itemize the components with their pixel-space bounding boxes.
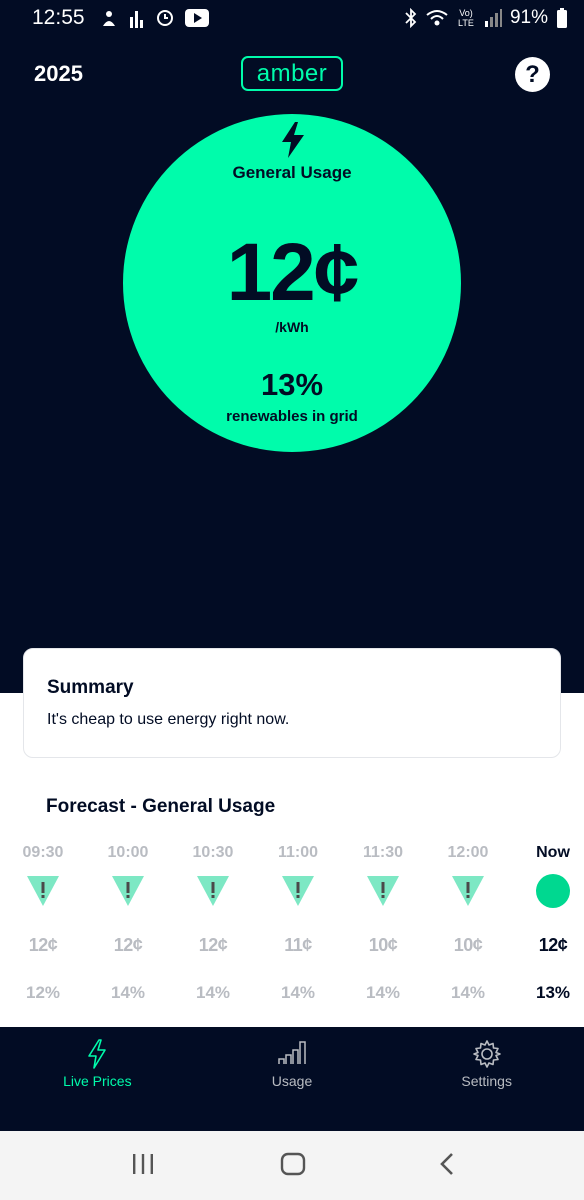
nav-label: Live Prices bbox=[63, 1073, 132, 1089]
warning-triangle-icon bbox=[196, 874, 230, 908]
nav-label: Usage bbox=[271, 1073, 313, 1089]
nav-live-prices[interactable]: Live Prices bbox=[0, 1027, 195, 1131]
forecast-price: 10¢ bbox=[368, 935, 398, 955]
forecast-renewables: 14% bbox=[450, 983, 486, 1002]
year-label: 2025 bbox=[34, 61, 83, 86]
forecast-time: 11:30 bbox=[362, 844, 404, 861]
back-button[interactable] bbox=[436, 1151, 458, 1182]
forecast-time: Now bbox=[536, 844, 570, 861]
nav-label: Settings bbox=[461, 1073, 512, 1089]
forecast-title: Forecast - General Usage bbox=[46, 796, 276, 817]
forecast-renewables: 14% bbox=[195, 983, 231, 1002]
help-button[interactable]: ? bbox=[515, 57, 550, 92]
forecast-time: 10:00 bbox=[107, 844, 149, 861]
forecast-column[interactable]: 11:00 11¢ 14% bbox=[255, 842, 341, 1012]
current-price: 12¢ bbox=[226, 227, 360, 318]
forecast-price: 12¢ bbox=[538, 935, 568, 955]
forecast-price: 10¢ bbox=[453, 935, 483, 955]
forecast-renewables: 14% bbox=[110, 983, 146, 1002]
forecast-price: 11¢ bbox=[284, 935, 312, 955]
forecast-time: 10:30 bbox=[192, 844, 234, 861]
forecast-time: 12:00 bbox=[447, 844, 489, 861]
warning-triangle-icon bbox=[111, 874, 145, 908]
forecast-time: 11:00 bbox=[277, 844, 319, 861]
summary-text: It's cheap to use energy right now. bbox=[47, 711, 290, 728]
forecast-renewables: 14% bbox=[365, 983, 401, 1002]
forecast-renewables: 12% bbox=[25, 983, 61, 1002]
home-button[interactable] bbox=[280, 1151, 306, 1182]
gear-icon bbox=[472, 1039, 502, 1074]
status-time: 12:55 bbox=[32, 6, 85, 29]
forecast-price: 12¢ bbox=[28, 935, 58, 955]
channel-label: General Usage bbox=[232, 163, 352, 182]
warning-triangle-icon bbox=[281, 874, 315, 908]
bottom-nav: Live Prices Usage Settings bbox=[0, 1027, 584, 1131]
warning-triangle-icon bbox=[366, 874, 400, 908]
signal-bars-icon bbox=[129, 8, 145, 28]
nav-usage[interactable]: Usage bbox=[195, 1027, 390, 1131]
forecast-time: 09:30 bbox=[22, 844, 64, 861]
forecast-column-now[interactable]: Now 12¢ 13% bbox=[510, 842, 584, 1012]
price-unit: /kWh bbox=[275, 319, 309, 335]
renewables-percent: 13% bbox=[260, 367, 324, 402]
recent-apps-button[interactable] bbox=[131, 1151, 155, 1182]
forecast-column[interactable]: 12:00 10¢ 14% bbox=[425, 842, 511, 1012]
warning-triangle-icon bbox=[26, 874, 60, 908]
network-type-label: Vo) LTE bbox=[458, 8, 474, 28]
battery-percent: 91% bbox=[509, 7, 548, 28]
cell-signal-icon bbox=[484, 9, 502, 27]
status-bar: 12:55 Vo) LTE 91% bbox=[0, 0, 584, 36]
forecast-renewables: 13% bbox=[535, 983, 571, 1002]
app-header: 2025 amber ? bbox=[0, 50, 584, 98]
bolt-icon bbox=[280, 122, 306, 163]
forecast-column[interactable]: 10:30 12¢ 14% bbox=[170, 842, 256, 1012]
nav-settings[interactable]: Settings bbox=[389, 1027, 584, 1131]
system-nav-bar bbox=[0, 1131, 584, 1200]
status-dot-icon bbox=[536, 874, 570, 908]
forecast-price: 12¢ bbox=[198, 935, 228, 955]
forecast-column[interactable]: 11:30 10¢ 14% bbox=[340, 842, 426, 1012]
forecast-price: 12¢ bbox=[113, 935, 143, 955]
notification-icon bbox=[99, 8, 119, 28]
forecast-column[interactable]: 10:00 12¢ 14% bbox=[85, 842, 171, 1012]
bluetooth-icon bbox=[404, 8, 418, 28]
amber-logo: amber bbox=[241, 56, 343, 91]
warning-triangle-icon bbox=[451, 874, 485, 908]
bolt-icon bbox=[86, 1039, 108, 1074]
sync-icon bbox=[155, 8, 175, 28]
battery-icon bbox=[556, 8, 568, 28]
forecast-row[interactable]: 09:30 12¢ 12% 10:00 12¢ 14% 10:30 12¢ 14… bbox=[0, 842, 584, 1012]
summary-card: Summary It's cheap to use energy right n… bbox=[23, 648, 561, 758]
renewables-label: renewables in grid bbox=[226, 408, 358, 425]
forecast-column[interactable]: 09:30 12¢ 12% bbox=[0, 842, 86, 1012]
bar-chart-icon bbox=[278, 1039, 306, 1070]
forecast-renewables: 14% bbox=[280, 983, 316, 1002]
summary-title: Summary bbox=[47, 677, 134, 698]
live-price-circle[interactable]: General Usage 12¢ /kWh 13% renewables in… bbox=[123, 114, 461, 452]
wifi-icon bbox=[426, 9, 448, 27]
youtube-icon bbox=[184, 9, 209, 27]
